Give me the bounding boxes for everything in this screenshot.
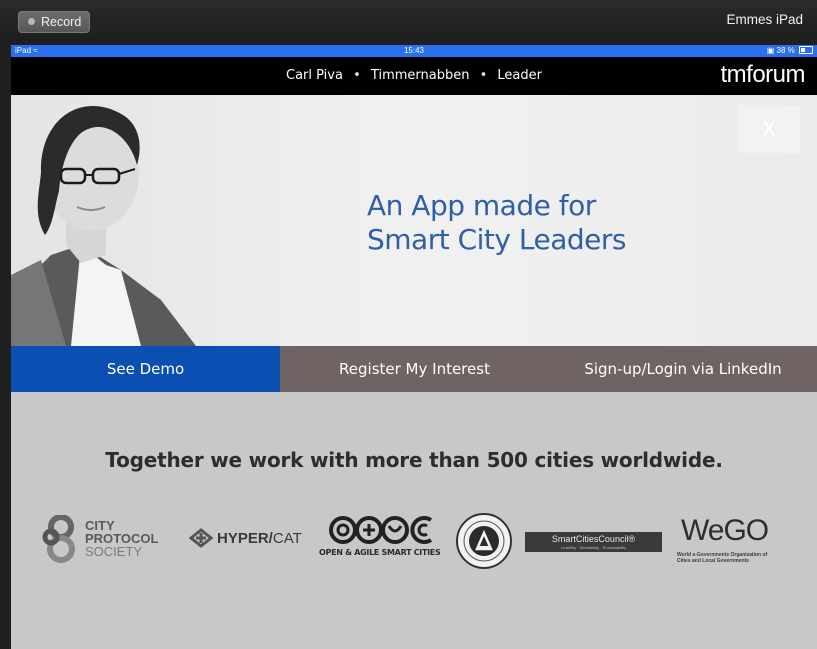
hyper-word: HYPER/ — [217, 530, 273, 547]
crumb-role[interactable]: Leader — [497, 68, 542, 83]
action-bar: See Demo Register My Interest Sign-up/Lo… — [11, 346, 817, 392]
oasc-caption: OPEN & AGILE SMART CITIES — [319, 548, 441, 557]
battery-icon — [799, 46, 813, 54]
crumb-location[interactable]: Timmernabben — [371, 68, 470, 83]
tmforum-logo[interactable]: tmforum — [720, 61, 805, 89]
seal-logo[interactable] — [455, 512, 513, 570]
register-interest-button[interactable]: Register My Interest — [280, 346, 549, 392]
seal-icon — [456, 513, 512, 569]
see-demo-button[interactable]: See Demo — [11, 346, 280, 392]
city-protocol-text: CITY PROTOCOL SOCIETY — [85, 519, 158, 558]
partners-section: Together we work with more than 500 citi… — [11, 392, 817, 649]
smart-cities-council-badge: SmartCitiesCouncil® Livability · Workabi… — [525, 532, 662, 552]
title-bar: Record Emmes iPad — [0, 0, 817, 40]
record-button[interactable]: Record — [18, 11, 90, 33]
wego-wordmark: WeGO — [681, 514, 769, 547]
record-label: Record — [41, 15, 82, 29]
partner-logos: CITY PROTOCOL SOCIETY HYPER/CAT OPEN & A… — [11, 512, 817, 582]
cps-line-3: SOCIETY — [85, 544, 143, 559]
top-navigation: Carl Piva • Timmernabben • Leader tmforu… — [11, 57, 817, 95]
city-protocol-icon — [42, 515, 75, 563]
hypercat-text: HYPER/CAT — [217, 530, 302, 547]
partners-tagline: Together we work with more than 500 citi… — [105, 448, 723, 472]
status-time: 15:43 — [403, 46, 425, 55]
battery-percent: 38 % — [776, 46, 795, 55]
ipad-screen: iPad ≈ 15:43 ▣ 38 % Carl Piva • Timmerna… — [11, 45, 817, 649]
leader-portrait — [11, 106, 196, 346]
hypercat-logo[interactable]: HYPER/CAT — [189, 520, 319, 556]
linkedin-login-button[interactable]: Sign-up/Login via LinkedIn — [549, 346, 817, 392]
smart-cities-council-logo[interactable]: SmartCitiesCouncil® Livability · Workabi… — [525, 512, 662, 556]
city-protocol-society-logo[interactable]: CITY PROTOCOL SOCIETY — [41, 515, 191, 565]
simulator-window: Record Emmes iPad iPad ≈ 15:43 ▣ 38 % Ca… — [0, 0, 817, 649]
oasc-icon — [329, 516, 433, 544]
crumb-name[interactable]: Carl Piva — [286, 68, 343, 83]
close-button[interactable]: X — [738, 105, 800, 153]
crumb-separator: • — [353, 68, 361, 83]
record-dot-icon — [28, 18, 35, 25]
device-name: Emmes iPad — [726, 12, 803, 27]
hypercat-icon — [189, 528, 213, 548]
crumb-separator: • — [479, 68, 488, 83]
hero-banner: X An App made for Smart City Leaders — [11, 95, 817, 346]
wego-logo[interactable]: WeGO World e-Governments Organization of… — [677, 514, 802, 566]
headline-line-1: An App made for — [367, 189, 596, 222]
hero-headline: An App made for Smart City Leaders — [367, 189, 626, 257]
rotation-lock-icon: ▣ — [766, 46, 775, 55]
ios-status-bar: iPad ≈ 15:43 ▣ 38 % — [11, 45, 817, 57]
oasc-logo[interactable]: OPEN & AGILE SMART CITIES — [319, 512, 441, 564]
cat-word: CAT — [272, 530, 302, 547]
breadcrumb: Carl Piva • Timmernabben • Leader — [11, 68, 817, 83]
scc-tagline: Livability · Workability · Sustainabilit… — [560, 545, 627, 550]
wego-caption: World e-Governments Organization of Citi… — [677, 552, 797, 564]
scc-name: SmartCitiesCouncil® — [551, 534, 636, 544]
headline-line-2: Smart City Leaders — [367, 223, 626, 256]
battery-status: ▣ 38 % — [767, 45, 813, 57]
wego-caption-line-2: Cities and Local Governments — [677, 558, 749, 564]
